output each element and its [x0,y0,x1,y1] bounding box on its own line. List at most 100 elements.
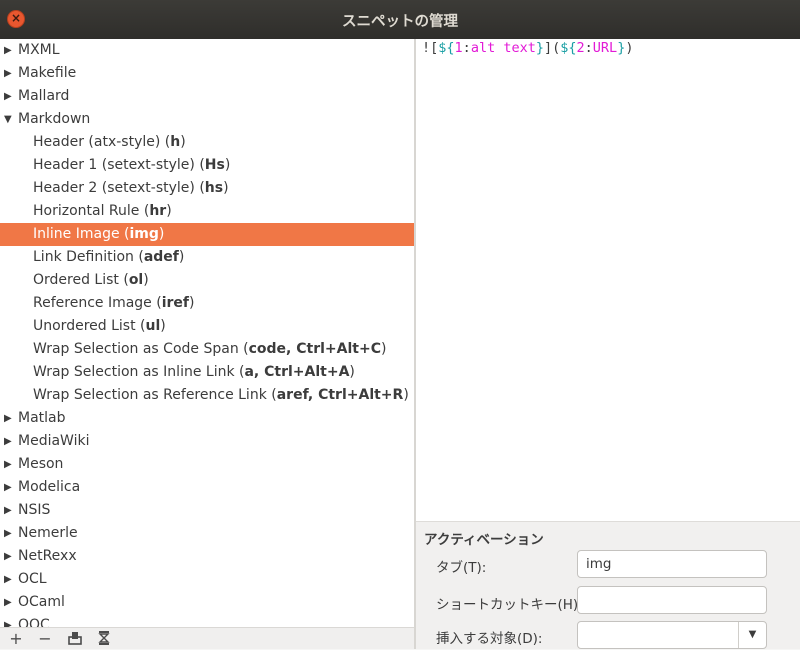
category-label: NetRexx [18,548,77,564]
tab-trigger-input[interactable]: img [577,550,767,578]
add-snippet-button[interactable]: + [6,630,26,648]
triangle-right-icon[interactable]: ▶ [4,39,14,62]
tree-category[interactable]: ▶ OCL [0,568,414,591]
snippet-label: Inline Image ( [33,226,130,242]
snippet-trigger: adef [143,249,179,265]
tree-snippet[interactable]: Wrap Selection as Inline Link (a, Ctrl+A… [0,361,414,384]
snippet-trigger: img [129,226,159,242]
tree-snippet[interactable]: Link Definition (adef) [0,246,414,269]
triangle-right-icon[interactable]: ▶ [4,85,14,108]
snippet-trigger: Hs [204,157,225,173]
tree-category[interactable]: ▶ Mallard [0,85,414,108]
tree-category[interactable]: ▼ Markdown [0,108,414,131]
triangle-right-icon[interactable]: ▶ [4,568,14,591]
category-label: MediaWiki [18,433,90,449]
code-token: URL [592,40,618,56]
tree-category[interactable]: ▶ NSIS [0,499,414,522]
snippet-label-end: ) [180,134,186,150]
code-token: ${ [560,40,577,56]
snippet-label: Ordered List ( [33,272,129,288]
tree-snippet[interactable]: Unordered List (ul) [0,315,414,338]
triangle-right-icon[interactable]: ▶ [4,430,14,453]
snippet-trigger: code, Ctrl+Alt+C [248,341,381,357]
scope-label: 挿入する対象(D): [436,631,543,647]
triangle-right-icon[interactable]: ▶ [4,522,14,545]
code-token: : [462,40,471,56]
tree-category[interactable]: ▶ MXML [0,39,414,62]
tree-category[interactable]: ▶ Makefile [0,62,414,85]
import-icon[interactable] [65,630,85,648]
snippet-label: Reference Image ( [33,295,162,311]
triangle-right-icon[interactable]: ▶ [4,62,14,85]
snippet-code[interactable]: ![${1:alt text}](${2:URL}) [422,39,800,57]
code-token: 1 [454,40,463,56]
triangle-right-icon[interactable]: ▶ [4,476,14,499]
activation-heading: アクティベーション [424,532,544,548]
triangle-down-icon[interactable]: ▼ [4,108,14,131]
tree-category[interactable]: ▶ OOC [0,614,414,627]
export-icon[interactable] [94,630,114,648]
tree-snippet[interactable]: Reference Image (iref) [0,292,414,315]
tree-snippet[interactable]: Header (atx-style) (h) [0,131,414,154]
code-token: alt text [470,40,536,56]
triangle-right-icon[interactable]: ▶ [4,407,14,430]
snippet-label-end: ) [223,180,229,196]
scope-combo[interactable]: ▼ [577,621,767,649]
tree-snippet[interactable]: Ordered List (ol) [0,269,414,292]
remove-snippet-button[interactable]: − [35,630,55,648]
tree-snippet[interactable]: Header 1 (setext-style) (Hs) [0,154,414,177]
category-label: Markdown [18,111,91,127]
snippet-label-end: ) [158,226,165,242]
snippet-label: Link Definition ( [33,249,144,265]
tree-category[interactable]: ▶ Modelica [0,476,414,499]
triangle-right-icon[interactable]: ▶ [4,453,14,476]
snippet-label: Wrap Selection as Reference Link ( [33,387,277,403]
snippet-trigger: ol [128,272,144,288]
snippet-trigger: h [170,134,181,150]
snippet-label-end: ) [349,364,355,380]
category-label: OCaml [18,594,65,610]
tree-snippet[interactable]: Horizontal Rule (hr) [0,200,414,223]
snippet-label-end: ) [178,249,185,265]
tree-snippet[interactable]: Wrap Selection as Reference Link (aref, … [0,384,414,407]
triangle-right-icon[interactable]: ▶ [4,614,14,627]
snippet-label: Unordered List ( [33,318,146,334]
tree-category[interactable]: ▶ Meson [0,453,414,476]
tree-snippet[interactable]: Header 2 (setext-style) (hs) [0,177,414,200]
tree-snippet[interactable]: Wrap Selection as Code Span (code, Ctrl+… [0,338,414,361]
tree-category[interactable]: ▶ NetRexx [0,545,414,568]
code-token: ]( [543,40,561,56]
snippet-trigger: hr [149,203,167,219]
snippet-label-end: ) [189,295,195,311]
code-token: ![ [422,40,439,56]
tree-snippet[interactable]: Inline Image (img) [0,223,414,246]
snippet-label-end: ) [160,318,166,334]
code-token: 2 [576,40,585,56]
snippet-label: Wrap Selection as Code Span ( [33,341,249,357]
category-label: NSIS [18,502,51,518]
category-label: Meson [18,456,64,472]
window-title: スニペットの管理 [342,14,458,30]
snippet-label: Header 2 (setext-style) ( [33,180,205,196]
tree-category[interactable]: ▶ OCaml [0,591,414,614]
triangle-right-icon[interactable]: ▶ [4,499,14,522]
title-bar: × スニペットの管理 [0,0,800,39]
snippet-label-end: ) [143,272,149,288]
snippet-tree[interactable]: ▶ MXML ▶ Makefile ▶ Mallard ▼ Markdown Header (a… [0,39,414,627]
shortcut-key-input[interactable] [577,586,767,614]
activation-panel: アクティベーション タブ(T): img ショートカットキー(H): 挿入する対… [416,521,800,649]
category-label: OOC [18,617,50,627]
category-label: OCL [18,571,47,587]
tree-category[interactable]: ▶ Matlab [0,407,414,430]
tree-category[interactable]: ▶ MediaWiki [0,430,414,453]
snippet-trigger: aref, Ctrl+Alt+R [276,387,404,403]
tree-toolbar: + − [0,627,414,649]
tree-category[interactable]: ▶ Nemerle [0,522,414,545]
triangle-right-icon[interactable]: ▶ [4,545,14,568]
code-token: ) [625,40,634,56]
triangle-right-icon[interactable]: ▶ [4,591,14,614]
code-token: } [535,40,544,56]
category-label: Matlab [18,410,66,426]
snippet-editor[interactable]: ![${1:alt text}](${2:URL}) [416,39,800,521]
chevron-down-icon[interactable]: ▼ [738,622,766,648]
